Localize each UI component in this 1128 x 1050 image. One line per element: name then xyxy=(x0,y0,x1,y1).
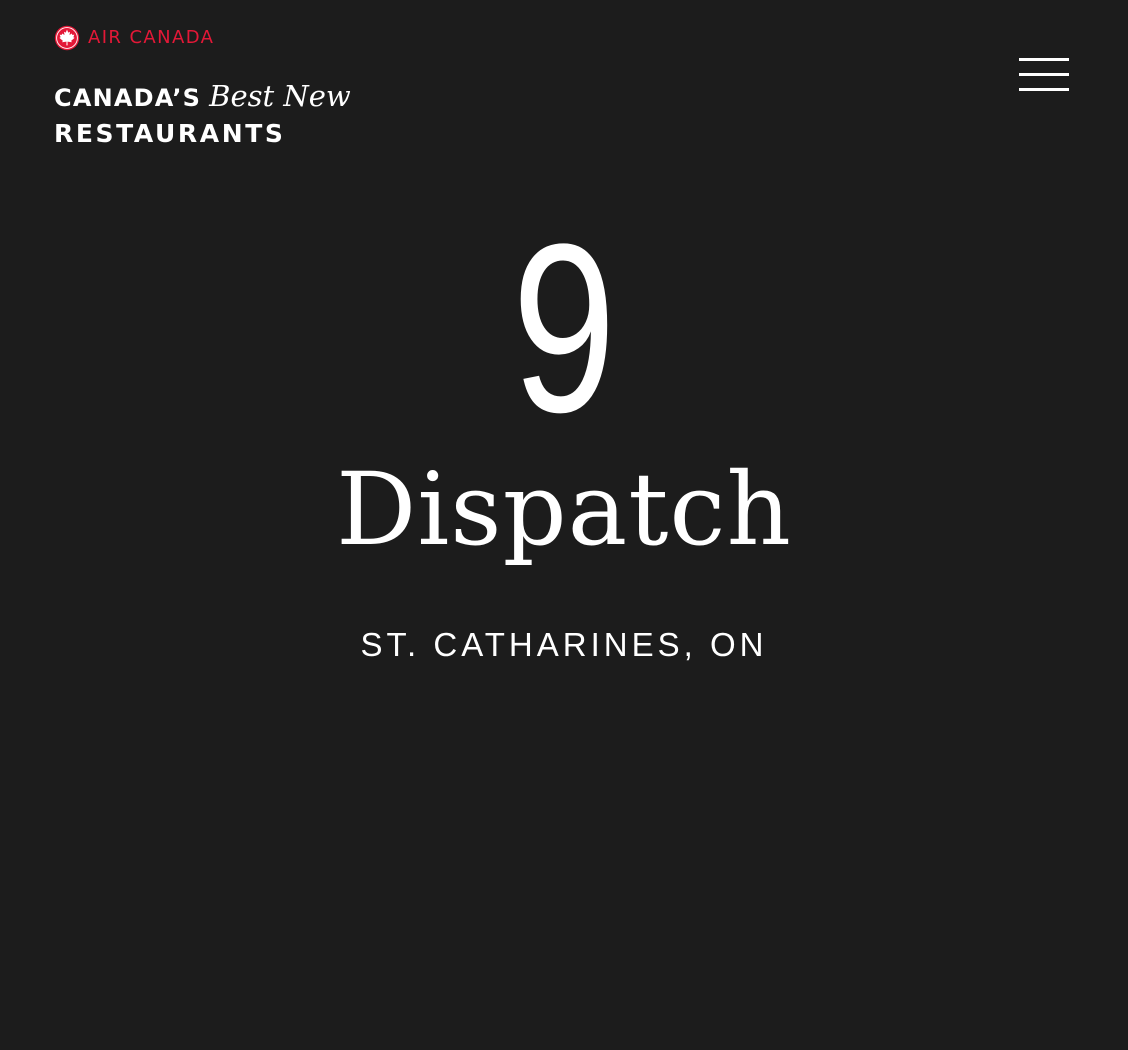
restaurant-location: ST. CATHARINES, ON xyxy=(360,626,768,663)
menu-bar-top xyxy=(1019,58,1069,61)
air-canada-brand: AIR CANADA xyxy=(54,24,214,52)
menu-bar-bottom xyxy=(1019,88,1069,91)
restaurant-rank: 9 xyxy=(511,194,617,462)
hamburger-menu-icon[interactable] xyxy=(1019,58,1069,92)
restaurant-name: Dispatch xyxy=(336,451,792,568)
menu-bar-middle xyxy=(1019,73,1069,76)
site-logo[interactable]: AIR CANADA CANADA’S Best New RESTAURANTS xyxy=(54,24,394,146)
site-title-best-new: Best New xyxy=(209,79,351,113)
site-title-restaurants: RESTAURANTS xyxy=(54,119,286,148)
site-title-canadas: CANADA’S xyxy=(54,84,202,112)
site-title-line1: CANADA’S Best New xyxy=(54,82,351,111)
maple-leaf-roundel-icon xyxy=(54,25,80,51)
brand-name: AIR CANADA xyxy=(88,27,215,48)
